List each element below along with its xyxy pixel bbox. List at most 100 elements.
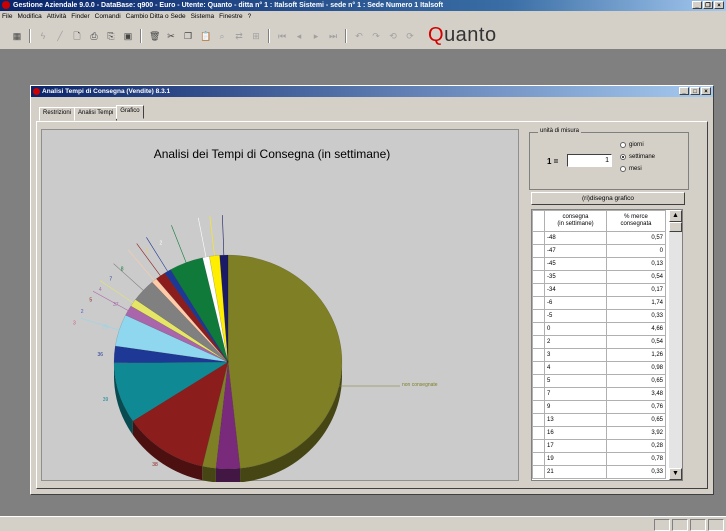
cell-consegna[interactable]: 3 bbox=[545, 349, 607, 362]
cell-percent[interactable]: 0,57 bbox=[607, 232, 666, 245]
last-record-icon[interactable]: ⏭ bbox=[328, 31, 338, 41]
column-header-consegna[interactable]: consegna (in settimane) bbox=[545, 211, 607, 232]
menu-finestre[interactable]: Finestre bbox=[219, 13, 242, 20]
table-row[interactable]: 40,98 bbox=[533, 362, 666, 375]
back-icon[interactable]: ⟲ bbox=[388, 31, 398, 41]
cell-percent[interactable]: 0,33 bbox=[607, 466, 666, 479]
cell-consegna[interactable]: 0 bbox=[545, 323, 607, 336]
cell-consegna[interactable]: 2 bbox=[545, 336, 607, 349]
delete-icon[interactable]: 🗑 bbox=[149, 31, 159, 41]
cell-percent[interactable]: 0,13 bbox=[607, 258, 666, 271]
row-gutter[interactable] bbox=[533, 440, 545, 453]
radio-giorni[interactable]: giorni bbox=[620, 142, 644, 148]
first-record-icon[interactable]: ⏮ bbox=[277, 31, 287, 41]
cell-consegna[interactable]: 17 bbox=[545, 440, 607, 453]
menu-sistema[interactable]: Sistema bbox=[191, 13, 214, 20]
copy-icon[interactable]: ❐ bbox=[183, 31, 193, 41]
replace-icon[interactable]: ⇄ bbox=[234, 31, 244, 41]
forward-icon[interactable]: ⟳ bbox=[405, 31, 415, 41]
table-row[interactable]: -350,54 bbox=[533, 271, 666, 284]
row-gutter[interactable] bbox=[533, 271, 545, 284]
cell-consegna[interactable]: -48 bbox=[545, 232, 607, 245]
cell-percent[interactable]: 0,28 bbox=[607, 440, 666, 453]
cell-percent[interactable]: 0,54 bbox=[607, 271, 666, 284]
tab-restrizioni[interactable]: Restrizioni bbox=[39, 107, 75, 121]
cell-consegna[interactable]: -47 bbox=[545, 245, 607, 258]
cell-consegna[interactable]: 19 bbox=[545, 453, 607, 466]
cell-percent[interactable]: 4,66 bbox=[607, 323, 666, 336]
table-row[interactable]: 130,65 bbox=[533, 414, 666, 427]
cell-consegna[interactable]: 9 bbox=[545, 401, 607, 414]
radio-mesi[interactable]: mesi bbox=[620, 166, 642, 172]
cell-percent[interactable]: 1,26 bbox=[607, 349, 666, 362]
row-gutter[interactable] bbox=[533, 310, 545, 323]
table-row[interactable]: 73,48 bbox=[533, 388, 666, 401]
cut-icon[interactable]: ✂ bbox=[166, 31, 176, 41]
table-row[interactable]: 90,76 bbox=[533, 401, 666, 414]
child-minimize-button[interactable]: _ bbox=[679, 87, 689, 95]
table-row[interactable]: -340,17 bbox=[533, 284, 666, 297]
new-document-icon[interactable]: 🗋 bbox=[72, 31, 82, 41]
cell-consegna[interactable]: 5 bbox=[545, 375, 607, 388]
row-gutter[interactable] bbox=[533, 349, 545, 362]
row-gutter[interactable] bbox=[533, 336, 545, 349]
redraw-chart-button[interactable]: (ri)disegna grafico bbox=[531, 192, 685, 205]
insert-icon[interactable]: ⊞ bbox=[251, 31, 261, 41]
table-row[interactable]: -61,74 bbox=[533, 297, 666, 310]
cell-percent[interactable]: 0,65 bbox=[607, 375, 666, 388]
cell-consegna[interactable]: 13 bbox=[545, 414, 607, 427]
undo-icon[interactable]: ↶ bbox=[354, 31, 364, 41]
table-row[interactable]: -480,57 bbox=[533, 232, 666, 245]
cell-percent[interactable]: 0,76 bbox=[607, 401, 666, 414]
menu-finder[interactable]: Finder bbox=[71, 13, 89, 20]
table-row[interactable]: -50,33 bbox=[533, 310, 666, 323]
cell-percent[interactable]: 0,17 bbox=[607, 284, 666, 297]
row-gutter[interactable] bbox=[533, 453, 545, 466]
cell-percent[interactable]: 0,54 bbox=[607, 336, 666, 349]
table-row[interactable]: 50,65 bbox=[533, 375, 666, 388]
minimize-button[interactable]: _ bbox=[692, 1, 702, 9]
cell-percent[interactable]: 0,78 bbox=[607, 453, 666, 466]
lightning-icon[interactable]: ϟ bbox=[38, 31, 48, 41]
find-icon[interactable]: ⌕ bbox=[217, 31, 227, 41]
scroll-down-arrow-icon[interactable]: ▼ bbox=[669, 468, 682, 480]
table-row[interactable]: 170,28 bbox=[533, 440, 666, 453]
cell-percent[interactable]: 0,98 bbox=[607, 362, 666, 375]
radio-settimane[interactable]: settimane bbox=[620, 154, 655, 160]
print-icon[interactable]: ⎙ bbox=[89, 31, 99, 41]
row-gutter[interactable] bbox=[533, 323, 545, 336]
cell-consegna[interactable]: 16 bbox=[545, 427, 607, 440]
print-preview-icon[interactable]: ⎘ bbox=[106, 31, 116, 41]
cell-consegna[interactable]: -6 bbox=[545, 297, 607, 310]
cell-consegna[interactable]: 4 bbox=[545, 362, 607, 375]
cell-percent[interactable]: 1,74 bbox=[607, 297, 666, 310]
cell-consegna[interactable]: -35 bbox=[545, 271, 607, 284]
cell-percent[interactable]: 0 bbox=[607, 245, 666, 258]
window-icon[interactable]: ▣ bbox=[123, 31, 133, 41]
cell-consegna[interactable]: 21 bbox=[545, 466, 607, 479]
table-scrollbar[interactable]: ▲ ▼ bbox=[669, 210, 682, 480]
cell-consegna[interactable]: -34 bbox=[545, 284, 607, 297]
cell-percent[interactable]: 3,92 bbox=[607, 427, 666, 440]
menu-comandi[interactable]: Comandi bbox=[95, 13, 121, 20]
close-button[interactable]: × bbox=[714, 1, 724, 9]
row-gutter[interactable] bbox=[533, 375, 545, 388]
table-row[interactable]: 163,92 bbox=[533, 427, 666, 440]
table-row[interactable]: 210,33 bbox=[533, 466, 666, 479]
cell-consegna[interactable]: 7 bbox=[545, 388, 607, 401]
row-gutter[interactable] bbox=[533, 232, 545, 245]
next-record-icon[interactable]: ▸ bbox=[311, 31, 321, 41]
row-gutter[interactable] bbox=[533, 388, 545, 401]
row-gutter[interactable] bbox=[533, 466, 545, 479]
menu-modifica[interactable]: Modifica bbox=[17, 13, 41, 20]
row-gutter[interactable] bbox=[533, 284, 545, 297]
table-row[interactable]: -470 bbox=[533, 245, 666, 258]
child-maximize-button[interactable]: □ bbox=[690, 87, 700, 95]
radio-button-selected[interactable] bbox=[620, 154, 626, 160]
cell-percent[interactable]: 0,65 bbox=[607, 414, 666, 427]
row-gutter[interactable] bbox=[533, 427, 545, 440]
row-gutter[interactable] bbox=[533, 245, 545, 258]
scroll-up-arrow-icon[interactable]: ▲ bbox=[669, 210, 682, 222]
tab-grafico[interactable]: Grafico bbox=[116, 105, 143, 119]
calculator-icon[interactable]: ▦ bbox=[12, 31, 22, 41]
